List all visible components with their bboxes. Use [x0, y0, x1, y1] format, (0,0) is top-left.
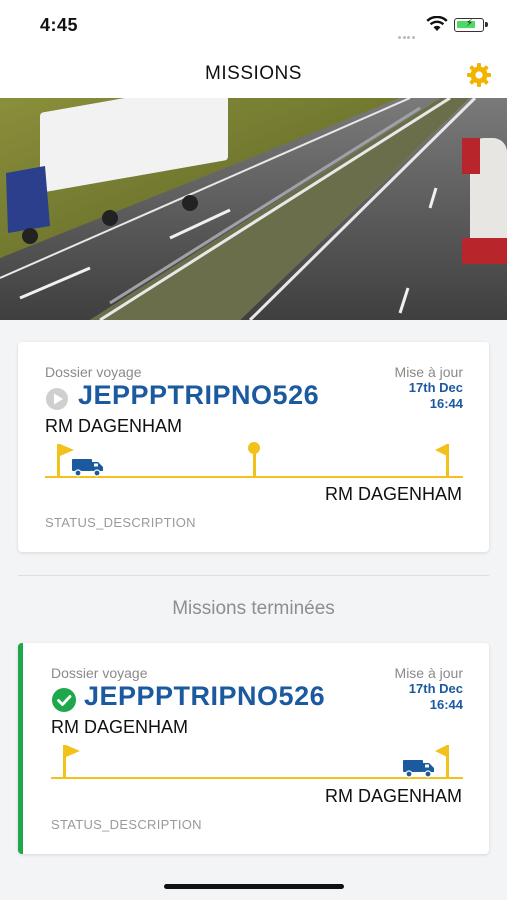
- update-date: 17th Dec: [408, 681, 463, 696]
- route-track: [45, 476, 463, 478]
- play-icon: [46, 388, 68, 410]
- dossier-label: Dossier voyage: [45, 364, 142, 380]
- origin-name: RM DAGENHAM: [45, 416, 183, 436]
- trip-id: JEPPPTRIPNO526: [78, 380, 320, 410]
- route-track: [51, 777, 463, 779]
- truck-icon: [403, 760, 434, 778]
- trip-id: JEPPPTRIPNO526: [84, 681, 326, 711]
- page-title: MISSIONS: [205, 63, 302, 84]
- update-date: 17th Dec: [408, 380, 463, 395]
- update-datetime: 17th Dec 16:44: [409, 380, 463, 412]
- status-description: STATUS_DESCRIPTION: [45, 515, 196, 530]
- update-time: 16:44: [429, 396, 463, 411]
- truck-icon: [72, 459, 103, 477]
- mission-card[interactable]: Dossier voyage Mise à jour 17th Dec 16:4…: [18, 342, 489, 552]
- start-flag-head: [60, 444, 74, 456]
- start-flag-head: [66, 745, 80, 757]
- home-indicator[interactable]: [164, 884, 344, 889]
- gear-icon[interactable]: [466, 62, 492, 88]
- app-header: MISSIONS: [0, 50, 507, 98]
- update-time: 16:44: [429, 697, 463, 712]
- battery-charging-icon: ⚡: [454, 18, 488, 32]
- status-description: STATUS_DESCRIPTION: [51, 817, 202, 832]
- check-circle-icon: [52, 688, 76, 712]
- completed-section-title: Missions terminées: [172, 598, 335, 619]
- origin-name: RM DAGENHAM: [51, 717, 189, 737]
- wifi-icon: [426, 16, 448, 31]
- update-label: Mise à jour: [394, 364, 463, 380]
- destination-name: RM DAGENHAM: [324, 484, 462, 504]
- update-datetime: 17th Dec 16:44: [409, 681, 463, 713]
- waypoint-pin-head: [248, 442, 260, 454]
- update-label: Mise à jour: [394, 665, 463, 681]
- section-divider: [18, 575, 489, 576]
- signal-icon: [398, 26, 420, 39]
- end-flag-head: [435, 745, 447, 757]
- status-bar: 4:45 ⚡: [0, 0, 507, 50]
- hero-highway-photo: [0, 98, 507, 320]
- destination-name: RM DAGENHAM: [324, 786, 462, 806]
- dossier-label: Dossier voyage: [51, 665, 148, 681]
- end-flag-head: [435, 444, 447, 456]
- completed-mission-card[interactable]: Dossier voyage Mise à jour 17th Dec 16:4…: [18, 643, 489, 854]
- status-time: 4:45: [40, 15, 79, 35]
